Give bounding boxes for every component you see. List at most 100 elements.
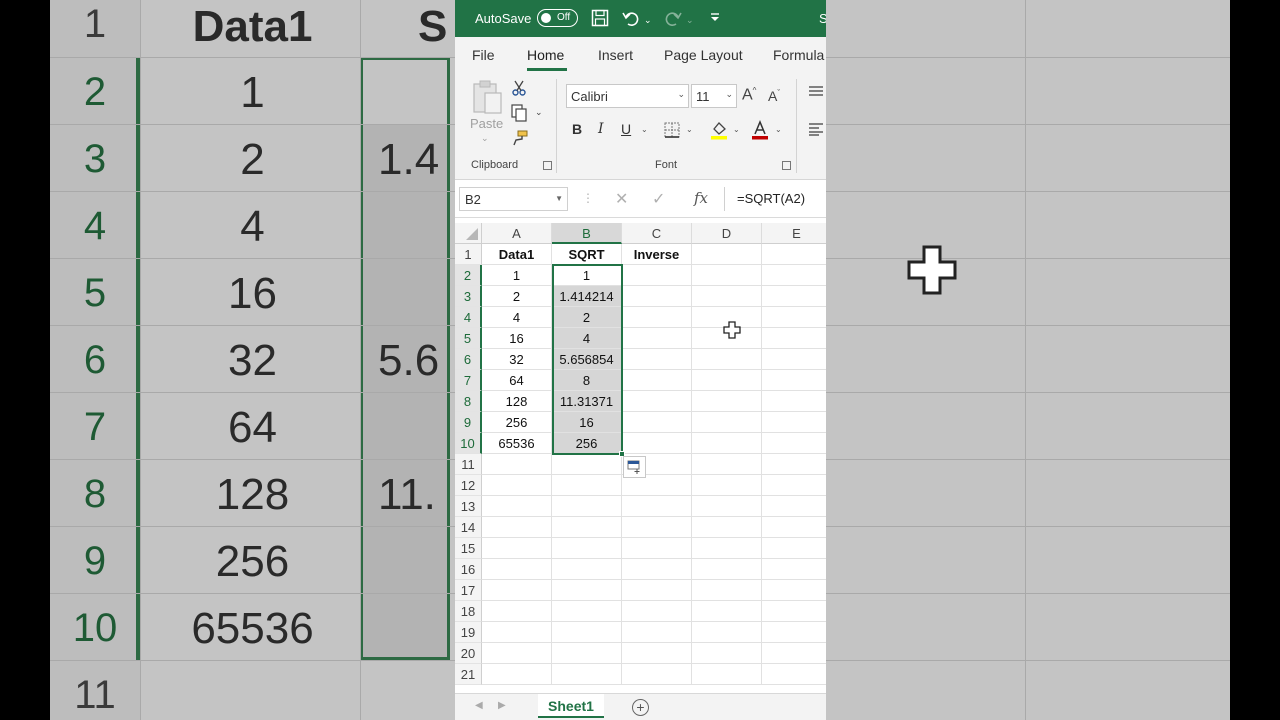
cell-d16[interactable] (692, 559, 762, 580)
cell-d8[interactable] (692, 391, 762, 412)
row-header-19[interactable]: 19 (455, 622, 482, 643)
format-painter-icon[interactable] (512, 130, 528, 146)
font-color-icon[interactable] (751, 120, 769, 140)
cell-d2[interactable] (692, 265, 762, 286)
cell-a14[interactable] (482, 517, 552, 538)
cell-b14[interactable] (552, 517, 622, 538)
cell-c20[interactable] (622, 643, 692, 664)
cell-e14[interactable] (762, 517, 826, 538)
row-header-9[interactable]: 9 (455, 412, 482, 433)
cell-c14[interactable] (622, 517, 692, 538)
cell-a20[interactable] (482, 643, 552, 664)
cell-e6[interactable] (762, 349, 826, 370)
cell-c3[interactable] (622, 286, 692, 307)
cell-b19[interactable] (552, 622, 622, 643)
cell-a4[interactable]: 4 (482, 307, 552, 328)
cell-d3[interactable] (692, 286, 762, 307)
select-all-corner[interactable] (455, 223, 482, 244)
cancel-icon[interactable]: ✕ (615, 189, 628, 209)
cell-d10[interactable] (692, 433, 762, 454)
row-header-17[interactable]: 17 (455, 580, 482, 601)
cell-a18[interactable] (482, 601, 552, 622)
cell-e13[interactable] (762, 496, 826, 517)
cell-a2[interactable]: 1 (482, 265, 552, 286)
cell-d19[interactable] (692, 622, 762, 643)
cell-d14[interactable] (692, 517, 762, 538)
cell-a21[interactable] (482, 664, 552, 685)
cell-d7[interactable] (692, 370, 762, 391)
cell-c17[interactable] (622, 580, 692, 601)
enter-icon[interactable]: ✓ (652, 189, 665, 209)
cell-a17[interactable] (482, 580, 552, 601)
cell-e19[interactable] (762, 622, 826, 643)
cell-a5[interactable]: 16 (482, 328, 552, 349)
cell-b20[interactable] (552, 643, 622, 664)
row-header-3[interactable]: 3 (455, 286, 482, 307)
cell-b17[interactable] (552, 580, 622, 601)
cell-e1[interactable] (762, 244, 826, 265)
cell-e3[interactable] (762, 286, 826, 307)
font-color-dropdown-icon[interactable]: ⌄ (775, 125, 782, 134)
copy-icon[interactable] (511, 104, 527, 122)
increase-font-size-icon[interactable]: A^ (742, 86, 756, 104)
cell-a6[interactable]: 32 (482, 349, 552, 370)
row-header-8[interactable]: 8 (455, 391, 482, 412)
cell-b11[interactable] (552, 454, 622, 475)
cell-c1[interactable]: Inverse (622, 244, 692, 265)
fill-color-dropdown-icon[interactable]: ⌄ (733, 125, 740, 134)
cell-e16[interactable] (762, 559, 826, 580)
row-header-7[interactable]: 7 (455, 370, 482, 391)
font-size-select[interactable]: 11 ⌄ (691, 84, 737, 108)
borders-icon[interactable] (664, 122, 680, 138)
row-header-12[interactable]: 12 (455, 475, 482, 496)
cell-e10[interactable] (762, 433, 826, 454)
cell-a16[interactable] (482, 559, 552, 580)
cell-a15[interactable] (482, 538, 552, 559)
cell-c10[interactable] (622, 433, 692, 454)
cell-e17[interactable] (762, 580, 826, 601)
row-header-11[interactable]: 11 (455, 454, 482, 475)
row-header-5[interactable]: 5 (455, 328, 482, 349)
cell-a19[interactable] (482, 622, 552, 643)
undo-icon[interactable] (622, 9, 640, 27)
row-header-4[interactable]: 4 (455, 307, 482, 328)
autosave-toggle[interactable]: Off (537, 9, 578, 27)
cell-d20[interactable] (692, 643, 762, 664)
cell-d18[interactable] (692, 601, 762, 622)
font-name-select[interactable]: Calibri ⌄ (566, 84, 689, 108)
tab-home[interactable]: Home (527, 47, 564, 63)
cell-b13[interactable] (552, 496, 622, 517)
borders-dropdown-icon[interactable]: ⌄ (686, 125, 693, 134)
cell-d11[interactable] (692, 454, 762, 475)
row-header-15[interactable]: 15 (455, 538, 482, 559)
cell-c8[interactable] (622, 391, 692, 412)
more-options-icon[interactable]: ⋮ (582, 191, 594, 205)
row-header-10[interactable]: 10 (455, 433, 482, 454)
cell-e8[interactable] (762, 391, 826, 412)
cell-a8[interactable]: 128 (482, 391, 552, 412)
cell-a7[interactable]: 64 (482, 370, 552, 391)
decrease-font-size-icon[interactable]: Aˇ (768, 88, 780, 104)
cell-e11[interactable] (762, 454, 826, 475)
prev-sheet-icon[interactable]: ◀ (475, 700, 483, 711)
cell-b21[interactable] (552, 664, 622, 685)
redo-icon[interactable] (664, 9, 682, 27)
clipboard-launcher-icon[interactable] (543, 161, 552, 170)
copy-dropdown-icon[interactable]: ⌄ (535, 107, 543, 118)
fill-color-icon[interactable] (710, 120, 728, 140)
insert-function-icon[interactable]: fx (694, 189, 708, 207)
redo-dropdown-icon[interactable]: ⌄ (686, 10, 694, 30)
cell-e5[interactable] (762, 328, 826, 349)
cell-c9[interactable] (622, 412, 692, 433)
cell-b18[interactable] (552, 601, 622, 622)
add-sheet-icon[interactable]: + (632, 699, 649, 716)
align-left-icon[interactable] (808, 122, 824, 136)
cell-d13[interactable] (692, 496, 762, 517)
cut-icon[interactable] (512, 80, 526, 96)
cell-c13[interactable] (622, 496, 692, 517)
undo-dropdown-icon[interactable]: ⌄ (644, 10, 652, 30)
italic-button[interactable]: I (598, 121, 604, 137)
cell-d9[interactable] (692, 412, 762, 433)
name-box[interactable]: B2 ▼ (459, 187, 568, 211)
cell-c2[interactable] (622, 265, 692, 286)
